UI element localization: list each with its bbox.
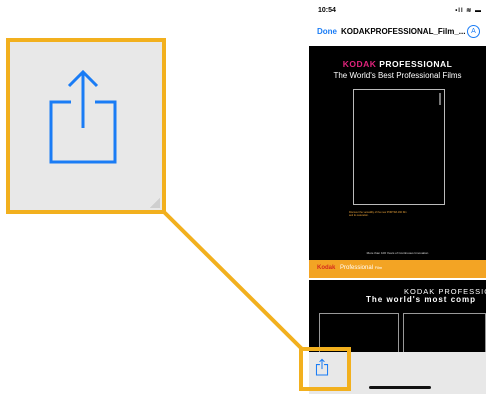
brand-kodak: KODAK [342, 59, 377, 69]
band-professional: Professional Film [340, 265, 382, 271]
page2-subtitle: The world's most comp [366, 295, 477, 304]
band-film-text: Film [374, 265, 383, 270]
status-time: 10:54 [318, 7, 336, 14]
home-indicator[interactable] [369, 386, 431, 389]
status-bar: 10:54 •ll ≋ ▬ [309, 0, 486, 20]
done-button[interactable]: Done [317, 27, 337, 36]
zoom-callout [6, 38, 166, 214]
page-curl-corner [150, 198, 160, 208]
band-kodak-logo: Kodak [317, 265, 336, 271]
fine-print: Discover the versatility of the new PORT… [349, 211, 407, 217]
phone-screen: 10:54 •ll ≋ ▬ Done KODAKPROFESSIONAL_Fil… [309, 0, 486, 394]
document-title: KODAKPROFESSIONAL_Film_... [341, 27, 466, 36]
band-professional-text: Professional [340, 265, 374, 271]
brand-heading: KODAK PROFESSIONAL [309, 59, 486, 69]
frame-slot [439, 93, 441, 105]
share-icon-enlarged [49, 69, 117, 164]
status-icons: •ll ≋ ▬ [455, 8, 482, 14]
brand-professional: PROFESSIONAL [379, 59, 453, 69]
markup-icon[interactable]: A [467, 25, 480, 38]
share-button-highlight [299, 347, 351, 391]
nav-bar: Done KODAKPROFESSIONAL_Film_... A [309, 22, 486, 42]
kodak-band: Kodak Professional Film [309, 260, 486, 278]
film-frame-outline [353, 89, 445, 205]
innovation-line: More than 100 Years of Continuous Innova… [366, 251, 429, 255]
page-tagline: The World's Best Professional Films [333, 71, 462, 80]
pdf-page-1: KODAK PROFESSIONAL The World's Best Prof… [309, 46, 486, 260]
